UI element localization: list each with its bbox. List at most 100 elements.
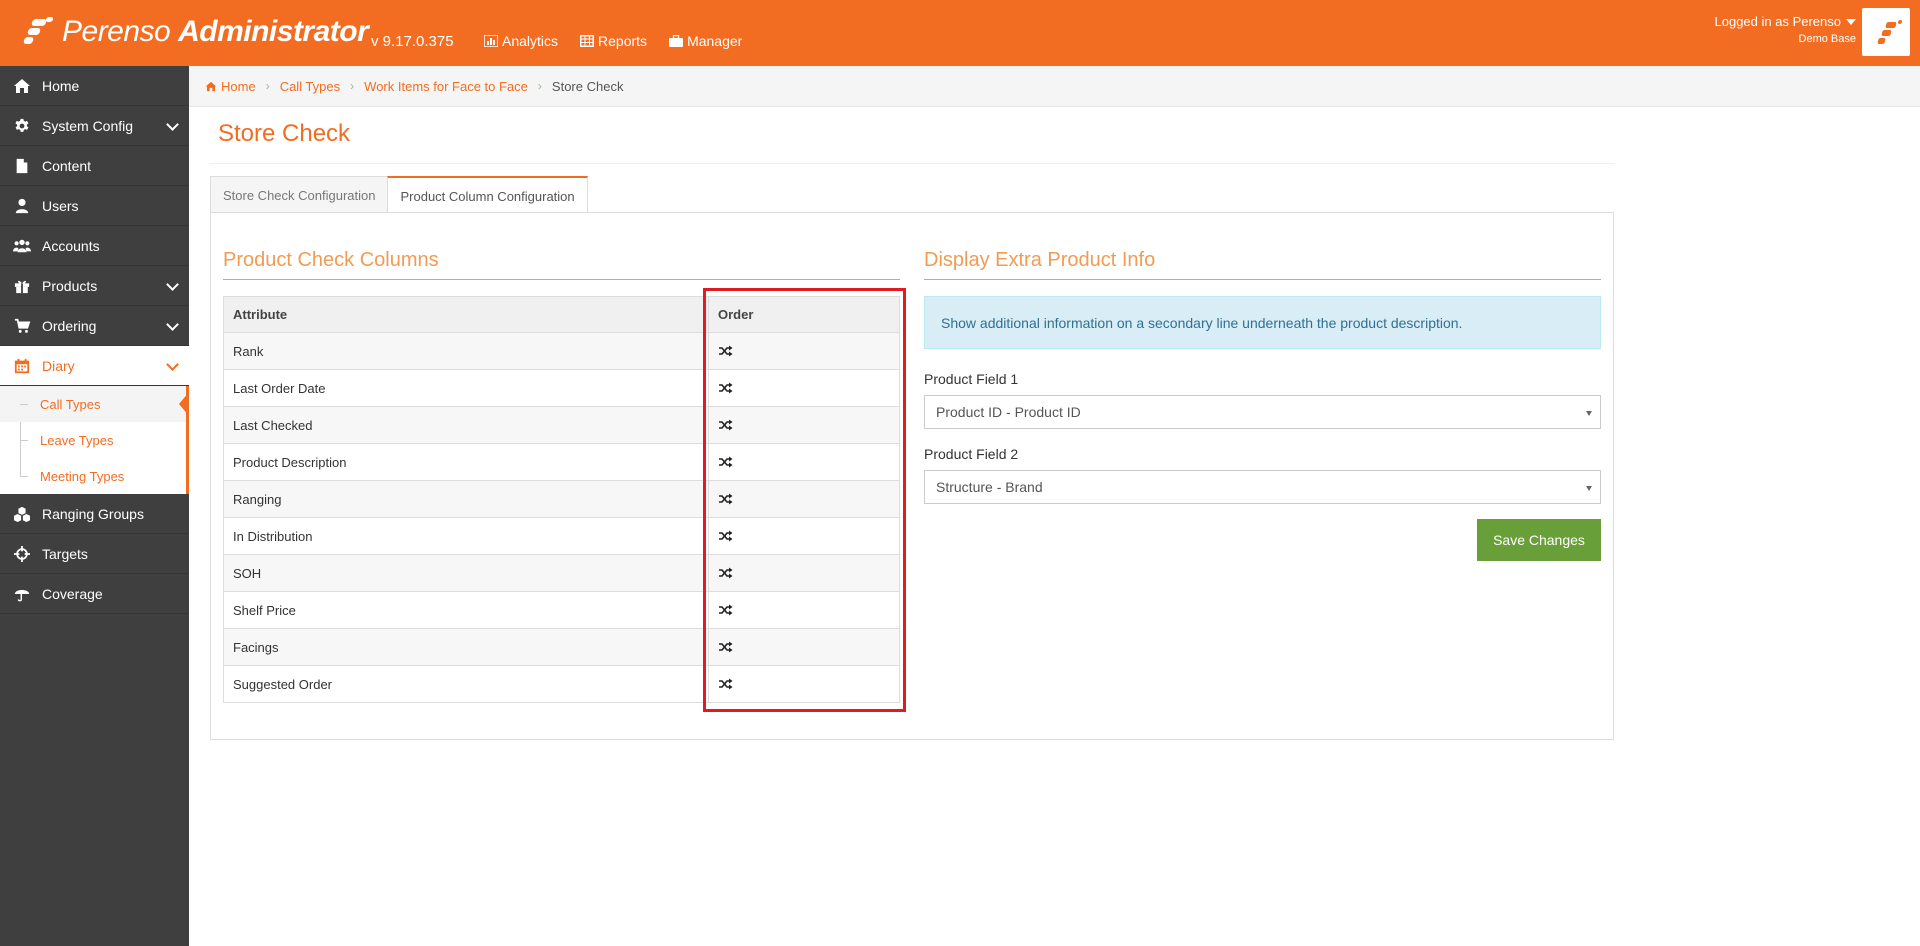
submenu-item-call-types[interactable]: Call Types — [0, 386, 189, 422]
sidebar-item-label: System Config — [42, 117, 134, 134]
chevron-down-icon — [166, 358, 179, 371]
sidebar-item-label: Content — [42, 157, 92, 174]
order-handle[interactable] — [708, 665, 900, 703]
sidebar-item-ordering[interactable]: Ordering — [0, 306, 189, 346]
shuffle-icon — [719, 530, 733, 542]
order-handle[interactable] — [708, 443, 900, 481]
product-field-1-label: Product Field 1 — [924, 371, 1019, 387]
home-icon — [11, 77, 33, 95]
app-logo[interactable]: Perenso Administrator — [23, 10, 369, 54]
shuffle-icon — [719, 678, 733, 690]
sidebar-item-label: Diary — [42, 357, 75, 374]
order-handle[interactable] — [708, 332, 900, 370]
column-header-order: Order — [708, 296, 900, 333]
table-row[interactable]: Ranging — [223, 480, 900, 518]
breadcrumb-work-items[interactable]: Work Items for Face to Face — [364, 79, 528, 94]
calendar-icon — [11, 357, 33, 375]
table-row[interactable]: Suggested Order — [223, 665, 900, 703]
app-title: Perenso Administrator — [62, 15, 369, 48]
chevron-down-icon — [166, 118, 179, 131]
chevron-right-icon: › — [265, 79, 270, 93]
table-header-row: Attribute Order — [223, 296, 900, 333]
sidebar-item-coverage[interactable]: Coverage — [0, 574, 189, 614]
chevron-right-icon: › — [350, 79, 355, 93]
product-field-1-select[interactable]: Product ID - Product ID — [924, 395, 1601, 429]
home-icon — [205, 81, 217, 91]
order-handle[interactable] — [708, 591, 900, 629]
section-divider — [924, 279, 1601, 280]
table-row[interactable]: Rank — [223, 332, 900, 370]
crosshairs-icon — [11, 545, 33, 563]
cart-icon — [11, 317, 33, 335]
caret-down-icon — [1586, 486, 1592, 491]
sidebar-item-label: Users — [42, 197, 79, 214]
breadcrumb-call-types[interactable]: Call Types — [280, 79, 340, 94]
caret-down-icon — [1846, 18, 1856, 25]
file-icon — [11, 157, 33, 175]
chevron-down-icon — [166, 278, 179, 291]
page-title: Store Check — [218, 120, 351, 147]
product-check-columns-heading: Product Check Columns — [223, 249, 439, 271]
sidebar-item-content[interactable]: Content — [0, 146, 189, 186]
table-row[interactable]: SOH — [223, 554, 900, 592]
table-row[interactable]: Product Description — [223, 443, 900, 481]
table-row[interactable]: In Distribution — [223, 517, 900, 555]
sidebar-item-label: Coverage — [42, 585, 103, 602]
sidebar-item-accounts[interactable]: Accounts — [0, 226, 189, 266]
submenu-item-leave-types[interactable]: Leave Types — [0, 422, 186, 458]
order-handle[interactable] — [708, 369, 900, 407]
analytics-link[interactable]: Analytics — [484, 33, 558, 49]
attribute-cell: In Distribution — [223, 517, 709, 555]
submenu-item-meeting-types[interactable]: Meeting Types — [0, 458, 186, 494]
avatar[interactable] — [1862, 8, 1910, 56]
sidebar-item-label: Products — [42, 277, 98, 294]
sidebar-item-label: Ranging Groups — [42, 505, 144, 522]
order-handle[interactable] — [708, 628, 900, 666]
sidebar-item-diary[interactable]: Diary — [0, 346, 189, 386]
title-divider — [210, 163, 1614, 164]
shuffle-icon — [719, 456, 733, 468]
gift-icon — [11, 277, 33, 295]
order-handle[interactable] — [708, 517, 900, 555]
tab-bar: Store Check Configuration Product Column… — [210, 176, 588, 214]
reports-link[interactable]: Reports — [580, 33, 647, 49]
order-handle[interactable] — [708, 554, 900, 592]
table-row[interactable]: Last Checked — [223, 406, 900, 444]
attribute-cell: Last Order Date — [223, 369, 709, 407]
shuffle-icon — [719, 419, 733, 431]
user-menu[interactable]: Logged in as Perenso Demo Base — [1715, 14, 1856, 45]
save-changes-button[interactable]: Save Changes — [1477, 519, 1601, 561]
sidebar-item-system-config[interactable]: System Config — [0, 106, 189, 146]
sidebar-item-ranging-groups[interactable]: Ranging Groups — [0, 494, 189, 534]
order-handle[interactable] — [708, 406, 900, 444]
sidebar-item-users[interactable]: Users — [0, 186, 189, 226]
column-header-attribute: Attribute — [223, 296, 709, 333]
product-field-2-label: Product Field 2 — [924, 446, 1019, 462]
bar-chart-icon — [484, 35, 498, 47]
table-row[interactable]: Last Order Date — [223, 369, 900, 407]
order-handle[interactable] — [708, 480, 900, 518]
sidebar-item-home[interactable]: Home — [0, 66, 189, 106]
attribute-cell: Shelf Price — [223, 591, 709, 629]
user-base-label: Demo Base — [1798, 33, 1856, 45]
sidebar-item-targets[interactable]: Targets — [0, 534, 189, 574]
product-field-2-value: Structure - Brand — [936, 479, 1043, 495]
table-row[interactable]: Shelf Price — [223, 591, 900, 629]
table-row[interactable]: Facings — [223, 628, 900, 666]
breadcrumb-current: Store Check — [551, 78, 624, 94]
shuffle-icon — [719, 382, 733, 394]
tab-product-column-configuration[interactable]: Product Column Configuration — [387, 176, 588, 214]
product-field-1-value: Product ID - Product ID — [936, 404, 1081, 420]
sidebar: Home System Config Content Users Account… — [0, 66, 189, 946]
attribute-cell: Facings — [223, 628, 709, 666]
breadcrumb-home[interactable]: Home — [205, 79, 256, 94]
attribute-cell: SOH — [223, 554, 709, 592]
sidebar-item-products[interactable]: Products — [0, 266, 189, 306]
version-label: v 9.17.0.375 — [371, 33, 454, 50]
product-field-2-select[interactable]: Structure - Brand — [924, 470, 1601, 504]
manager-link[interactable]: Manager — [669, 33, 742, 49]
sidebar-item-label: Accounts — [42, 237, 100, 254]
info-alert: Show additional information on a seconda… — [924, 296, 1601, 349]
attribute-cell: Suggested Order — [223, 665, 709, 703]
tab-store-check-configuration[interactable]: Store Check Configuration — [210, 176, 389, 213]
